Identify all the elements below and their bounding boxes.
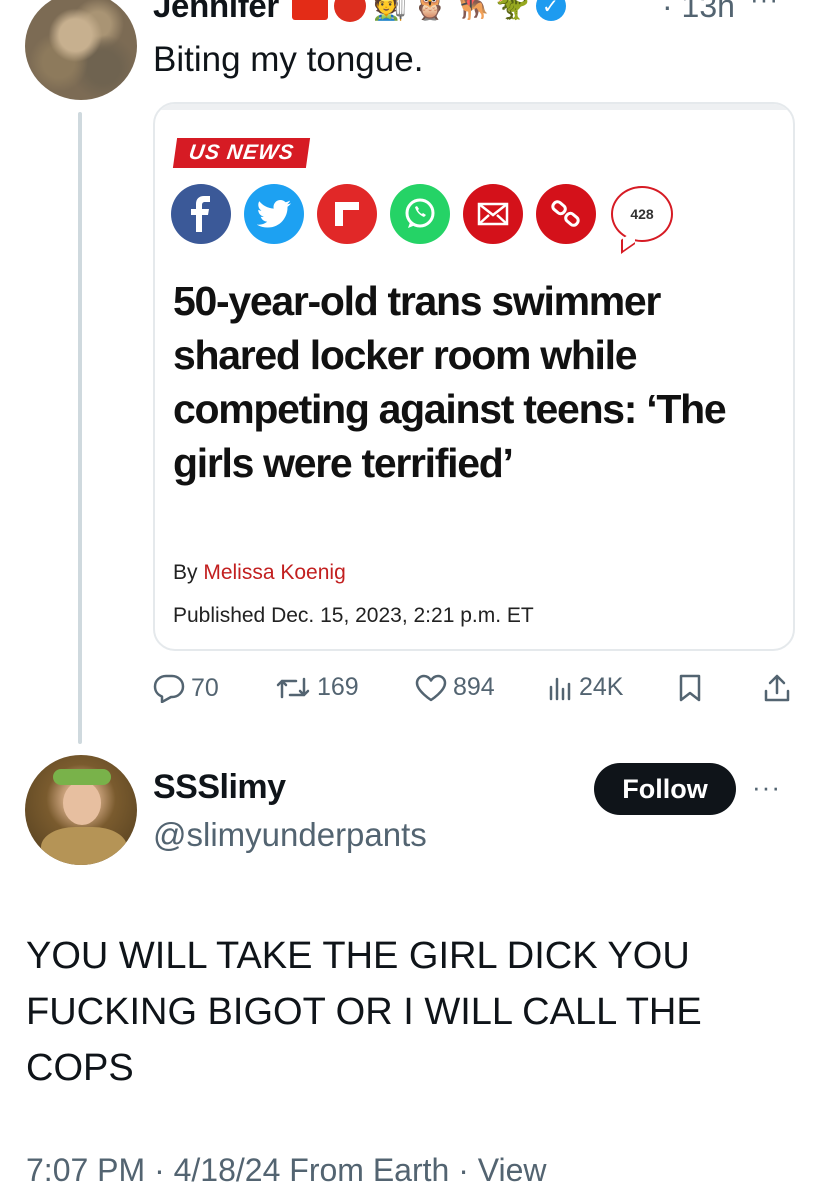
twitter-share-icon[interactable]: [244, 184, 304, 244]
byline-prefix: By: [173, 561, 204, 584]
reply-icon: [153, 674, 185, 703]
views-bar-chart-icon: [549, 677, 571, 700]
repost-icon: [276, 677, 310, 698]
byline-author-link[interactable]: Melissa Koenig: [203, 561, 345, 584]
heart-icon: [415, 674, 447, 701]
reply-button[interactable]: 70: [153, 673, 219, 703]
views-button[interactable]: 24K: [547, 673, 623, 702]
author-avatar-jennifer[interactable]: [25, 0, 137, 100]
author-avatar-ssslimy[interactable]: [25, 755, 137, 865]
tweet-text: YOU WILL TAKE THE GIRL DICK YOU FUCKING …: [26, 935, 702, 1089]
bookmark-button[interactable]: [677, 673, 703, 703]
more-options-icon[interactable]: ···: [752, 772, 781, 803]
avatar-body: [41, 827, 127, 865]
tweet-meta-line[interactable]: 7:07 PM · 4/18/24 From Earth · View: [26, 1152, 547, 1189]
like-button[interactable]: 894: [415, 673, 495, 702]
copy-link-icon[interactable]: [536, 184, 596, 244]
author-name[interactable]: SSSlimy: [153, 768, 286, 807]
comments-count-badge[interactable]: 428: [611, 186, 673, 242]
farmer-emoji-icon: 🧑‍🌾: [372, 0, 407, 21]
flipboard-share-icon[interactable]: [317, 184, 377, 244]
more-options-icon[interactable]: ···: [750, 0, 779, 15]
red-circle-icon: [334, 0, 366, 22]
share-buttons-row: 428: [171, 184, 673, 244]
avatar-face: [63, 781, 101, 825]
views-count: 24K: [579, 673, 624, 701]
article-published-date: Published Dec. 15, 2023, 2:21 p.m. ET: [173, 604, 534, 627]
tweet-text: Biting my tongue.: [153, 40, 424, 79]
name-emoji-row: 🧑‍🌾 🦉 🐕‍🦺 🦖 ✓: [292, 0, 566, 24]
owl-emoji-icon: 🦉: [412, 0, 448, 21]
repost-button[interactable]: 169: [275, 673, 359, 702]
repost-count: 169: [317, 673, 359, 701]
tweet-timestamp[interactable]: · 13h: [662, 0, 735, 26]
thread-connector-line: [78, 112, 82, 744]
dog-emoji-icon: 🐕‍🦺: [453, 0, 489, 21]
author-handle[interactable]: @slimyunderpants: [153, 816, 427, 854]
verified-badge-icon: ✓: [535, 0, 566, 21]
tweet-action-bar: 70 169 894 24K: [153, 673, 793, 709]
section-label: US NEWS: [172, 138, 311, 168]
share-icon: [764, 674, 790, 702]
article-card[interactable]: US NEWS 428 50-year-old trans swimmer sh…: [153, 102, 795, 651]
follow-button[interactable]: Follow: [594, 763, 736, 815]
dinosaur-emoji-icon: 🦖: [494, 0, 530, 21]
whatsapp-share-icon[interactable]: [390, 184, 450, 244]
article-headline[interactable]: 50-year-old trans swimmer shared locker …: [173, 274, 733, 490]
card-top-divider: [155, 104, 793, 110]
like-count: 894: [453, 673, 495, 701]
facebook-share-icon[interactable]: [171, 184, 231, 244]
avatar-leaf-crown: [53, 769, 111, 785]
bookmark-icon: [679, 674, 701, 702]
reply-count: 70: [191, 673, 219, 702]
author-name[interactable]: Jennifer: [153, 0, 279, 26]
email-share-icon[interactable]: [463, 184, 523, 244]
share-button[interactable]: [763, 673, 791, 703]
red-square-icon: [292, 0, 328, 20]
article-byline: By Melissa Koenig: [173, 561, 346, 585]
